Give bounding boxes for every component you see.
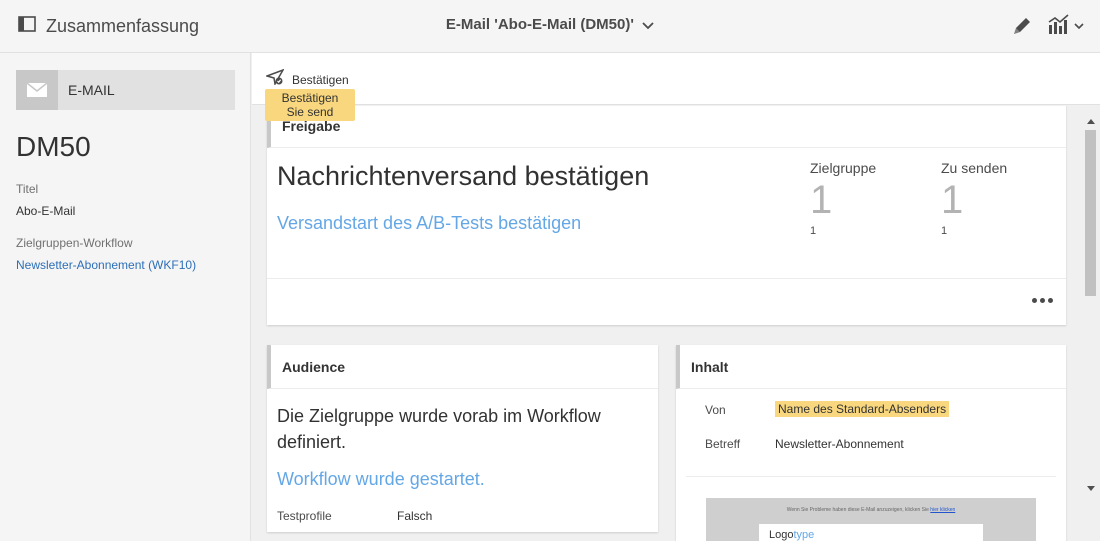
from-value-text: Name des Standard-Absenders	[775, 401, 950, 417]
report-menu-button[interactable]	[1047, 13, 1085, 40]
audience-card-header: Audience	[267, 345, 658, 389]
workflow-link[interactable]: Newsletter-Abonnement (WKF10)	[16, 258, 196, 272]
to-send-stat: Zu senden 1 1	[941, 160, 1007, 237]
logo-word-2: type	[793, 529, 815, 541]
tooltip-line-2: Sie send	[286, 105, 334, 119]
scroll-down-icon[interactable]	[1086, 480, 1096, 491]
approval-headline: Nachrichtenversand bestätigen	[277, 161, 650, 191]
workflow-label: Zielgruppen-Workflow	[16, 236, 133, 250]
title-label: Titel	[16, 182, 39, 196]
confirm-label: Bestätigen	[292, 72, 349, 87]
confirm-tooltip: Bestätigen Sie send	[265, 89, 355, 121]
stat-value: 1	[810, 178, 833, 222]
from-label: Von	[705, 403, 726, 417]
summary-panel: E-MAIL DM50 Titel Abo-E-Mail Zielgruppen…	[0, 53, 251, 541]
subject-value: Newsletter-Abonnement	[775, 437, 904, 451]
audience-card: Audience Die Zielgruppe wurde vorab im W…	[267, 345, 658, 532]
stat-label: Zu senden	[941, 160, 1008, 176]
stat-label: Zielgruppe	[810, 160, 877, 176]
subject-label: Betreff	[705, 437, 741, 451]
chevron-down-icon	[1074, 17, 1084, 35]
divider	[267, 278, 1066, 279]
preview-body: Logotype	[759, 524, 983, 541]
test-profiles-value: Falsch	[397, 509, 433, 523]
preview-notice-link[interactable]: hier klicken	[930, 507, 955, 513]
preview-notice: Wenn Sie Probleme haben diese E-Mail anz…	[706, 507, 1036, 513]
scroll-up-icon[interactable]	[1086, 112, 1096, 124]
dot	[1032, 297, 1037, 303]
chevron-down-icon	[642, 17, 654, 34]
approval-card-header: Freigabe	[267, 106, 1066, 148]
workflow-started-link[interactable]: Workflow wurde gestartet.	[277, 469, 485, 490]
stat-value: 1	[941, 178, 964, 222]
confirm-button[interactable]: Bestätigen	[264, 68, 349, 90]
main-content: Freigabe Nachrichtenversand bestätigen V…	[252, 106, 1082, 541]
target-count-stat: Zielgruppe 1 1	[810, 160, 876, 237]
envelope-icon	[16, 70, 58, 110]
test-profiles-label: Testprofile	[277, 509, 332, 523]
tooltip-line-1: Bestätigen	[281, 91, 339, 105]
top-bar: Zusammenfassung E-Mail 'Abo-E-Mail (DM50…	[0, 0, 1100, 53]
confirm-ab-test-link[interactable]: Versandstart des A/B-Tests bestätigen	[277, 213, 581, 234]
preview-notice-text: Wenn Sie Probleme haben diese E-Mail anz…	[786, 507, 929, 513]
edit-button[interactable]	[1011, 15, 1033, 37]
divider	[686, 476, 1056, 477]
action-bar: Bestätigen	[252, 53, 1100, 105]
title-value: Abo-E-Mail	[16, 204, 76, 218]
approval-card: Freigabe Nachrichtenversand bestätigen V…	[267, 106, 1066, 325]
pencil-icon	[1011, 18, 1033, 41]
channel-badge: E-MAIL	[16, 70, 235, 110]
delivery-id: DM50	[16, 131, 91, 162]
email-preview[interactable]: Wenn Sie Probleme haben diese E-Mail anz…	[706, 498, 1036, 541]
send-confirm-icon	[264, 68, 285, 90]
logo-word-1: Logo	[769, 529, 794, 541]
stat-sub: 1	[941, 225, 948, 237]
more-options-button[interactable]	[1032, 294, 1056, 306]
page-title-text: E-Mail 'Abo-E-Mail (DM50)'	[445, 16, 634, 33]
page-title[interactable]: E-Mail 'Abo-E-Mail (DM50)'	[0, 16, 1100, 34]
scrollbar-thumb[interactable]	[1085, 130, 1096, 296]
logo: Logotype	[769, 529, 814, 541]
chart-icon	[1047, 13, 1071, 40]
vertical-scrollbar[interactable]	[1082, 106, 1100, 541]
channel-label: E-MAIL	[68, 82, 115, 98]
audience-description: Die Zielgruppe wurde vorab im Workflow d…	[277, 406, 601, 452]
stat-sub: 1	[810, 225, 817, 237]
content-card: Inhalt Von Name des Standard-Absenders B…	[676, 345, 1066, 541]
dot	[1040, 297, 1045, 303]
from-value: Name des Standard-Absenders	[775, 401, 950, 417]
dot	[1048, 297, 1053, 303]
content-card-header: Inhalt	[676, 345, 1066, 389]
